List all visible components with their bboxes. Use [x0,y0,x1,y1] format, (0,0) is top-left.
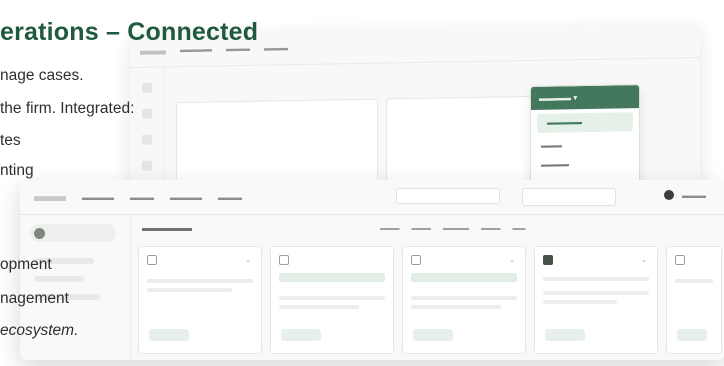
card-text [279,296,385,300]
toolbar-item[interactable]: ▬▬▬ [380,225,400,232]
dropdown-header[interactable]: ▬▬▬▬ ▾ [531,85,639,110]
nav-placeholder: ▬▬▬ [264,42,288,53]
case-card[interactable]: ⌄ [402,246,526,354]
card-text [411,296,517,300]
case-card[interactable] [270,246,394,354]
card-text [411,305,502,309]
card-button[interactable] [545,329,585,341]
account-area[interactable]: ▬▬▬ [664,190,706,200]
card-title [543,255,649,265]
status-badge [279,273,385,282]
card-title [675,255,713,265]
copy-line: nagement [0,290,69,307]
search-input[interactable] [396,188,500,204]
card-title [279,255,385,265]
toolbar: ▬▬▬ ▬▬▬ ▬▬▬▬ ▬▬▬ ▬▬ [380,225,526,232]
marketing-copy: erations – Connected nage cases. the fir… [0,0,260,366]
toolbar-item[interactable]: ▬▬▬ [481,225,501,232]
card-text [543,277,649,281]
copy-line: opment [0,256,52,273]
card-text [675,279,713,283]
secondary-input[interactable] [522,188,616,206]
account-name[interactable]: ▬▬▬ [682,191,706,200]
card-icon [675,255,685,265]
dropdown-item-selected[interactable]: ▬▬▬▬▬ [537,112,633,133]
card-text [543,300,618,304]
copy-line: tes [0,132,21,149]
toolbar-item[interactable]: ▬▬▬▬ [443,225,469,232]
chevron-down-icon[interactable]: ⌄ [509,256,515,264]
card-button[interactable] [413,329,453,341]
toolbar-item[interactable]: ▬▬ [513,225,526,232]
avatar[interactable] [664,190,674,200]
card-icon [411,255,421,265]
card-text [543,291,649,295]
status-badge [411,273,517,282]
card-title [411,255,517,265]
chevron-down-icon[interactable]: ⌄ [641,256,647,264]
toolbar-item[interactable]: ▬▬▬ [412,225,432,232]
card-button[interactable] [677,329,707,341]
headline: erations – Connected [0,18,259,46]
dropdown-item[interactable]: ▬▬▬▬ [531,154,639,175]
case-card[interactable]: ⌄ [534,246,658,354]
case-card[interactable] [666,246,722,354]
card-button[interactable] [281,329,321,341]
card-text [279,305,359,309]
copy-line: the firm. Integrated: [0,100,135,117]
card-icon [279,255,289,265]
copy-line: nting [0,162,34,179]
copy-line: nage cases. [0,67,84,84]
dropdown-item[interactable]: ▬▬▬ [531,135,639,156]
copy-line: ecosystem. [0,322,79,339]
card-icon [543,255,553,265]
